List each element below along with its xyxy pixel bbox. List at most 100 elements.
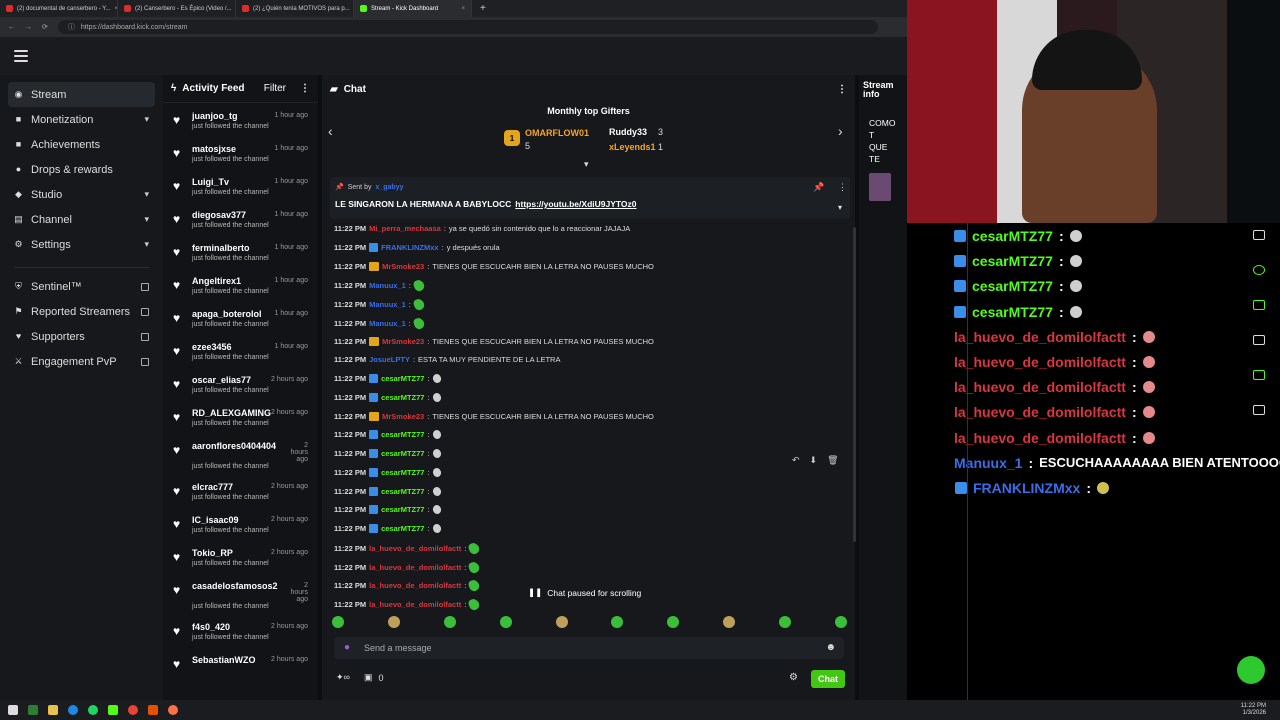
- feed-username[interactable]: Tokio_RP: [192, 548, 280, 558]
- firefox-icon[interactable]: [168, 705, 178, 715]
- feed-item[interactable]: ♥ IC_isaac09 just followed the channel 2 ho…: [163, 511, 318, 544]
- feed-username[interactable]: aaronflores0404404: [192, 441, 288, 451]
- sidebar-item-monetization[interactable]: ■ Monetization ▾: [0, 107, 163, 132]
- terminal-icon[interactable]: [28, 705, 38, 715]
- feed-item[interactable]: ♥ Tokio_RP just followed the channel 2 hour…: [163, 544, 318, 577]
- gifters-next-icon[interactable]: ›: [838, 123, 843, 139]
- chat-message[interactable]: 11:22 PM MrSmoke23: TIENES QUE ESCUCAHR BI…: [334, 411, 654, 421]
- kick-icon[interactable]: [108, 705, 118, 715]
- back-icon[interactable]: ←: [8, 24, 15, 31]
- gifter-second-name[interactable]: Ruddy33: [609, 127, 647, 137]
- feed-item[interactable]: ♥ RD_ALEXGAMING just followed the channel 2…: [163, 404, 318, 437]
- message-username[interactable]: cesarMTZ77: [381, 487, 424, 496]
- pinned-expand-icon[interactable]: ▾: [838, 203, 842, 212]
- chat-scrollbar[interactable]: [853, 227, 856, 542]
- filter-button[interactable]: Filter: [264, 83, 286, 94]
- clipboard-icon[interactable]: [1252, 230, 1265, 240]
- start-icon[interactable]: [8, 705, 18, 715]
- wrench-icon[interactable]: [1252, 370, 1265, 380]
- feed-username[interactable]: SebastianWZO: [192, 655, 280, 665]
- quick-emote-icon[interactable]: [667, 616, 680, 628]
- chat-message[interactable]: 11:22 PM cesarMTZ77:: [334, 504, 442, 516]
- chat-message[interactable]: 11:22 PM Manuux_1:: [334, 278, 426, 293]
- new-tab-icon[interactable]: +: [472, 3, 486, 14]
- gifter-third-name[interactable]: xLeyends1: [609, 142, 656, 152]
- chat-message[interactable]: 11:22 PM FRANKLINZMxx: y después orula: [334, 242, 500, 252]
- chat-message[interactable]: 11:22 PM JosueLPTY: ESTA TA MUY PENDIENTE …: [334, 355, 560, 364]
- sidebar-item-settings[interactable]: ⚙ Settings ▾: [0, 232, 163, 257]
- sidebar-item-supporters[interactable]: ♥ Supporters: [0, 324, 163, 349]
- gifter-first-name[interactable]: OMARFLOW01: [525, 128, 589, 138]
- feed-item[interactable]: ♥ casadelosfamosos2 just followed the chan…: [163, 577, 318, 618]
- hub-icon[interactable]: [1252, 405, 1265, 415]
- chat-message[interactable]: 11:22 PM la_huevo_de_domilolfactt:: [334, 597, 481, 612]
- quick-emote-icon[interactable]: [443, 616, 456, 628]
- feed-item[interactable]: ♥ oscar_elias77 just followed the channel 2…: [163, 371, 318, 404]
- feed-item[interactable]: ♥ ferminalberto just followed the channel 1…: [163, 239, 318, 272]
- sidebar-item-sentinel-[interactable]: ⛨ Sentinel™: [0, 274, 163, 299]
- message-username[interactable]: la_huevo_de_domilolfactt: [369, 544, 461, 553]
- chat-message[interactable]: 11:22 PM cesarMTZ77:: [334, 447, 442, 460]
- feed-item[interactable]: ♥ f4s0_420 just followed the channel 2 hour…: [163, 618, 318, 651]
- unpin-icon[interactable]: 📌: [813, 182, 824, 193]
- chat-message[interactable]: 11:22 PM Manuux_1:: [334, 297, 426, 312]
- chrome-icon[interactable]: [128, 705, 138, 715]
- site-info-icon[interactable]: ⓘ: [68, 22, 75, 32]
- spotify-icon[interactable]: [88, 705, 98, 715]
- feed-username[interactable]: apaga_boterolol: [192, 309, 280, 319]
- tab-close-icon[interactable]: ×: [461, 6, 465, 12]
- menu-icon[interactable]: [14, 50, 28, 62]
- feed-item[interactable]: ♥ SebastianWZO 2 hours ago: [163, 651, 318, 684]
- quick-emote-icon[interactable]: [499, 616, 512, 628]
- chat-message[interactable]: 11:22 PM cesarMTZ77:: [334, 522, 442, 535]
- sidebar-item-drops-rewards[interactable]: ● Drops & rewards: [0, 157, 163, 182]
- sidebar-item-channel[interactable]: ▤ Channel ▾: [0, 207, 163, 232]
- message-username[interactable]: MrSmoke23: [382, 262, 424, 271]
- app-icon[interactable]: [148, 705, 158, 715]
- sidebar-item-studio[interactable]: ◆ Studio ▾: [0, 182, 163, 207]
- feed-item[interactable]: ♥ Angeltirex1 just followed the channel 1 h…: [163, 272, 318, 305]
- rewards-icon[interactable]: ✦∞: [336, 672, 350, 683]
- chat-message[interactable]: 11:22 PM cesarMTZ77:: [334, 466, 442, 478]
- browser-tab[interactable]: (2) documental de canserbero - Y... ×: [0, 0, 118, 17]
- message-username[interactable]: cesarMTZ77: [381, 430, 424, 439]
- pinned-link[interactable]: https://youtu.be/XdiU9JYTOz0: [515, 199, 636, 209]
- chat-message[interactable]: 11:22 PM la_huevo_de_domilolfactt:: [334, 541, 481, 556]
- message-username[interactable]: Manuux_1: [369, 300, 406, 309]
- feed-item[interactable]: ♥ Luigi_Tv just followed the channel 1 hour…: [163, 173, 318, 206]
- edge-icon[interactable]: [68, 705, 78, 715]
- chat-message[interactable]: 11:22 PM cesarMTZ77:: [334, 391, 442, 403]
- sidebar-item-achievements[interactable]: ■ Achievements: [0, 132, 163, 157]
- message-username[interactable]: cesarMTZ77: [381, 468, 424, 477]
- reload-icon[interactable]: ⟳: [42, 23, 48, 31]
- message-username[interactable]: JosueLPTY: [369, 355, 410, 364]
- folder-icon[interactable]: [48, 705, 58, 715]
- chat-message[interactable]: 11:22 PM MrSmoke23: TIENES QUE ESCUCAHR BI…: [334, 336, 654, 346]
- chat-message[interactable]: 11:22 PM la_huevo_de_domilolfactt:: [334, 560, 481, 574]
- message-username[interactable]: cesarMTZ77: [381, 524, 424, 533]
- reply-icon[interactable]: ↶: [792, 455, 800, 466]
- quick-emote-icon[interactable]: [611, 616, 624, 628]
- quick-emote-icon[interactable]: [834, 616, 847, 628]
- chat-settings-icon[interactable]: ⚙: [789, 672, 798, 683]
- gifters-prev-icon[interactable]: ‹: [328, 123, 333, 139]
- url-input[interactable]: ⓘ https://dashboard.kick.com/stream: [57, 20, 878, 34]
- card-icon[interactable]: [1252, 335, 1265, 345]
- feed-username[interactable]: oscar_elias77: [192, 375, 280, 385]
- feed-username[interactable]: Angeltirex1: [192, 276, 280, 286]
- browser-tab[interactable]: (2) Canserbero - Es Épico (Video /...×: [118, 0, 236, 17]
- browser-tab[interactable]: Stream - Kick Dashboard ×: [354, 0, 472, 17]
- microphone-icon[interactable]: ●: [344, 642, 350, 653]
- sidebar-item-reported-streamers[interactable]: ⚑ Reported Streamers: [0, 299, 163, 324]
- message-username[interactable]: la_huevo_de_domilolfactt: [369, 563, 461, 572]
- message-username[interactable]: FRANKLINZMxx: [381, 243, 439, 252]
- sidebar-item-engagement-pvp[interactable]: ⚔ Engagement PvP: [0, 349, 163, 374]
- message-username[interactable]: cesarMTZ77: [381, 505, 424, 514]
- chat-message[interactable]: 11:22 PM cesarMTZ77:: [334, 429, 442, 441]
- chat-message[interactable]: 11:22 PM cesarMTZ77:: [334, 372, 442, 385]
- forward-icon[interactable]: →: [25, 24, 32, 31]
- feed-username[interactable]: Luigi_Tv: [192, 177, 280, 187]
- pin-message-icon[interactable]: ⬇: [810, 455, 818, 466]
- chat-bubble-icon[interactable]: [1252, 265, 1265, 275]
- chat-message[interactable]: 11:22 PM Manuux_1:: [334, 316, 426, 331]
